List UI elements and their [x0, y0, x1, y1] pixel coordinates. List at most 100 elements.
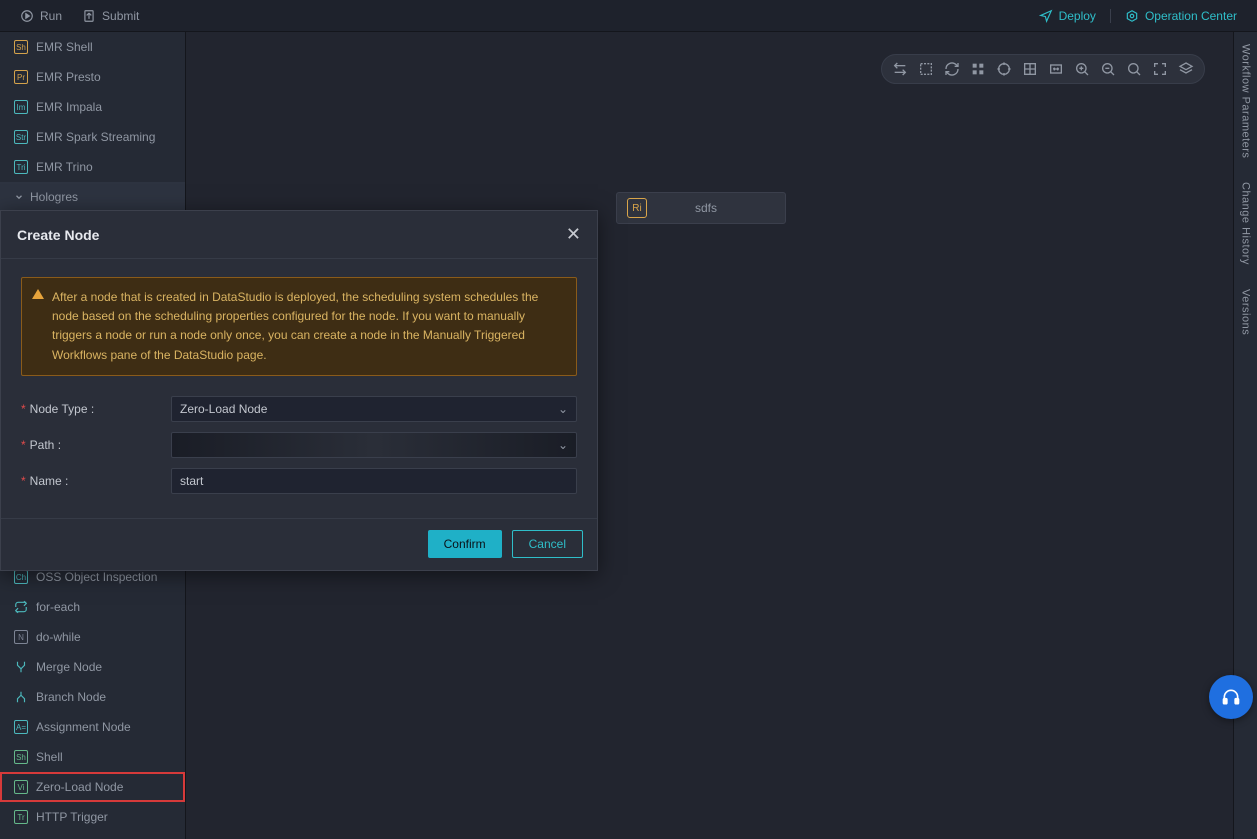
node-icon: Ri — [627, 198, 647, 218]
sidebar-item-label: EMR Impala — [36, 100, 102, 114]
sidebar-item-label: Branch Node — [36, 690, 106, 704]
sidebar-item-label: EMR Presto — [36, 70, 101, 84]
sidebar-item-label: Zero-Load Node — [36, 780, 123, 794]
badge-icon: Vi — [14, 780, 28, 794]
divider — [1110, 9, 1111, 23]
rail-tab-versions[interactable]: Versions — [1240, 289, 1252, 335]
modal-header: Create Node ✕ — [1, 211, 597, 259]
sidebar-item-emr-spark-streaming[interactable]: Str EMR Spark Streaming — [0, 122, 185, 152]
canvas-toolbar — [881, 54, 1205, 84]
badge-icon: Sh — [14, 40, 28, 54]
run-label: Run — [40, 9, 62, 23]
operation-center-label: Operation Center — [1145, 9, 1237, 23]
top-toolbar: Run Submit Deploy Operation Center — [0, 0, 1257, 32]
path-select[interactable]: ⌄ — [171, 432, 577, 458]
fit-width-icon[interactable] — [1048, 61, 1064, 77]
sidebar-item-label: EMR Trino — [36, 160, 93, 174]
sidebar-item-label: for-each — [36, 600, 80, 614]
badge-icon: Im — [14, 100, 28, 114]
sidebar-item-label: Merge Node — [36, 660, 102, 674]
node-type-select[interactable]: Zero-Load Node ⌄ — [171, 396, 577, 422]
sidebar-item-assignment-node[interactable]: A=Assignment Node — [0, 712, 185, 742]
field-node-type: *Node Type : Zero-Load Node ⌄ — [21, 396, 577, 422]
chevron-down-icon — [14, 192, 24, 202]
fullscreen-icon[interactable] — [1152, 61, 1168, 77]
sidebar-item-merge-node[interactable]: Merge Node — [0, 652, 185, 682]
canvas-node[interactable]: Ri sdfs — [616, 192, 786, 224]
badge-icon: Ch — [14, 570, 28, 584]
field-name: *Name : — [21, 468, 577, 494]
sidebar-item-label: HTTP Trigger — [36, 810, 108, 824]
sidebar-item-label: Shell — [36, 750, 63, 764]
modal-body: After a node that is created in DataStud… — [1, 259, 597, 518]
upload-icon — [82, 9, 96, 23]
zoom-out-icon[interactable] — [1100, 61, 1116, 77]
cancel-button[interactable]: Cancel — [512, 530, 583, 558]
sidebar-item-label: OSS Object Inspection — [36, 570, 157, 584]
badge-icon: Pr — [14, 70, 28, 84]
deploy-button[interactable]: Deploy — [1029, 9, 1106, 23]
layers-icon[interactable] — [1178, 61, 1194, 77]
sidebar-item-branch-node[interactable]: Branch Node — [0, 682, 185, 712]
rail-tab-change-history[interactable]: Change History — [1240, 182, 1252, 265]
path-label: *Path : — [21, 438, 171, 452]
sidebar-item-emr-trino[interactable]: Tri EMR Trino — [0, 152, 185, 182]
sidebar-item-label: do-while — [36, 630, 81, 644]
modal-alert: After a node that is created in DataStud… — [21, 277, 577, 376]
modal-title: Create Node — [17, 227, 99, 243]
paper-plane-icon — [1039, 9, 1053, 23]
modal-footer: Confirm Cancel — [1, 518, 597, 570]
warning-icon — [32, 289, 44, 299]
loop-icon — [14, 600, 28, 614]
sidebar-item-emr-presto[interactable]: Pr EMR Presto — [0, 62, 185, 92]
name-input[interactable] — [171, 468, 577, 494]
badge-icon: A= — [14, 720, 28, 734]
node-type-label: *Node Type : — [21, 402, 171, 416]
select-icon[interactable] — [918, 61, 934, 77]
sidebar-group-label: Hologres — [30, 190, 78, 204]
badge-icon: Tr — [14, 810, 28, 824]
sidebar-item-http-trigger[interactable]: Tr HTTP Trigger — [0, 802, 185, 832]
submit-label: Submit — [102, 9, 139, 23]
badge-icon: Str — [14, 130, 28, 144]
sidebar-item-do-while[interactable]: Ndo-while — [0, 622, 185, 652]
grid-icon[interactable] — [970, 61, 986, 77]
sidebar-item-shell[interactable]: Sh Shell — [0, 742, 185, 772]
chevron-down-icon: ⌄ — [558, 438, 568, 452]
create-node-modal: Create Node ✕ After a node that is creat… — [0, 210, 598, 571]
badge-icon: N — [14, 630, 28, 644]
target-icon[interactable] — [996, 61, 1012, 77]
chevron-down-icon: ⌄ — [558, 402, 568, 416]
sidebar-item-label: EMR Spark Streaming — [36, 130, 155, 144]
sidebar-item-for-each[interactable]: for-each — [0, 592, 185, 622]
name-label: *Name : — [21, 474, 171, 488]
swap-icon[interactable] — [892, 61, 908, 77]
operation-center-button[interactable]: Operation Center — [1115, 9, 1247, 23]
confirm-button[interactable]: Confirm — [428, 530, 502, 558]
zoom-in-icon[interactable] — [1074, 61, 1090, 77]
node-type-value: Zero-Load Node — [180, 402, 267, 416]
grid2-icon[interactable] — [1022, 61, 1038, 77]
play-icon — [20, 9, 34, 23]
sidebar-group-hologres[interactable]: Hologres — [0, 182, 185, 212]
sidebar-item-zero-load-node[interactable]: Vi Zero-Load Node — [0, 772, 185, 802]
rail-tab-workflow-parameters[interactable]: Workflow Parameters — [1240, 44, 1252, 158]
sidebar-item-emr-impala[interactable]: Im EMR Impala — [0, 92, 185, 122]
search-icon[interactable] — [1126, 61, 1142, 77]
deploy-label: Deploy — [1059, 9, 1096, 23]
close-icon[interactable]: ✕ — [566, 224, 581, 245]
ops-icon — [1125, 9, 1139, 23]
node-label: sdfs — [657, 201, 755, 215]
merge-icon — [14, 660, 28, 674]
badge-icon: Tri — [14, 160, 28, 174]
badge-icon: Sh — [14, 750, 28, 764]
submit-button[interactable]: Submit — [72, 9, 149, 23]
field-path: *Path : ⌄ — [21, 432, 577, 458]
headset-icon — [1221, 687, 1241, 707]
refresh-icon[interactable] — [944, 61, 960, 77]
sidebar-item-label: EMR Shell — [36, 40, 93, 54]
sidebar-item-emr-shell[interactable]: Sh EMR Shell — [0, 32, 185, 62]
help-fab[interactable] — [1209, 675, 1253, 719]
branch-icon — [14, 690, 28, 704]
run-button[interactable]: Run — [10, 9, 72, 23]
